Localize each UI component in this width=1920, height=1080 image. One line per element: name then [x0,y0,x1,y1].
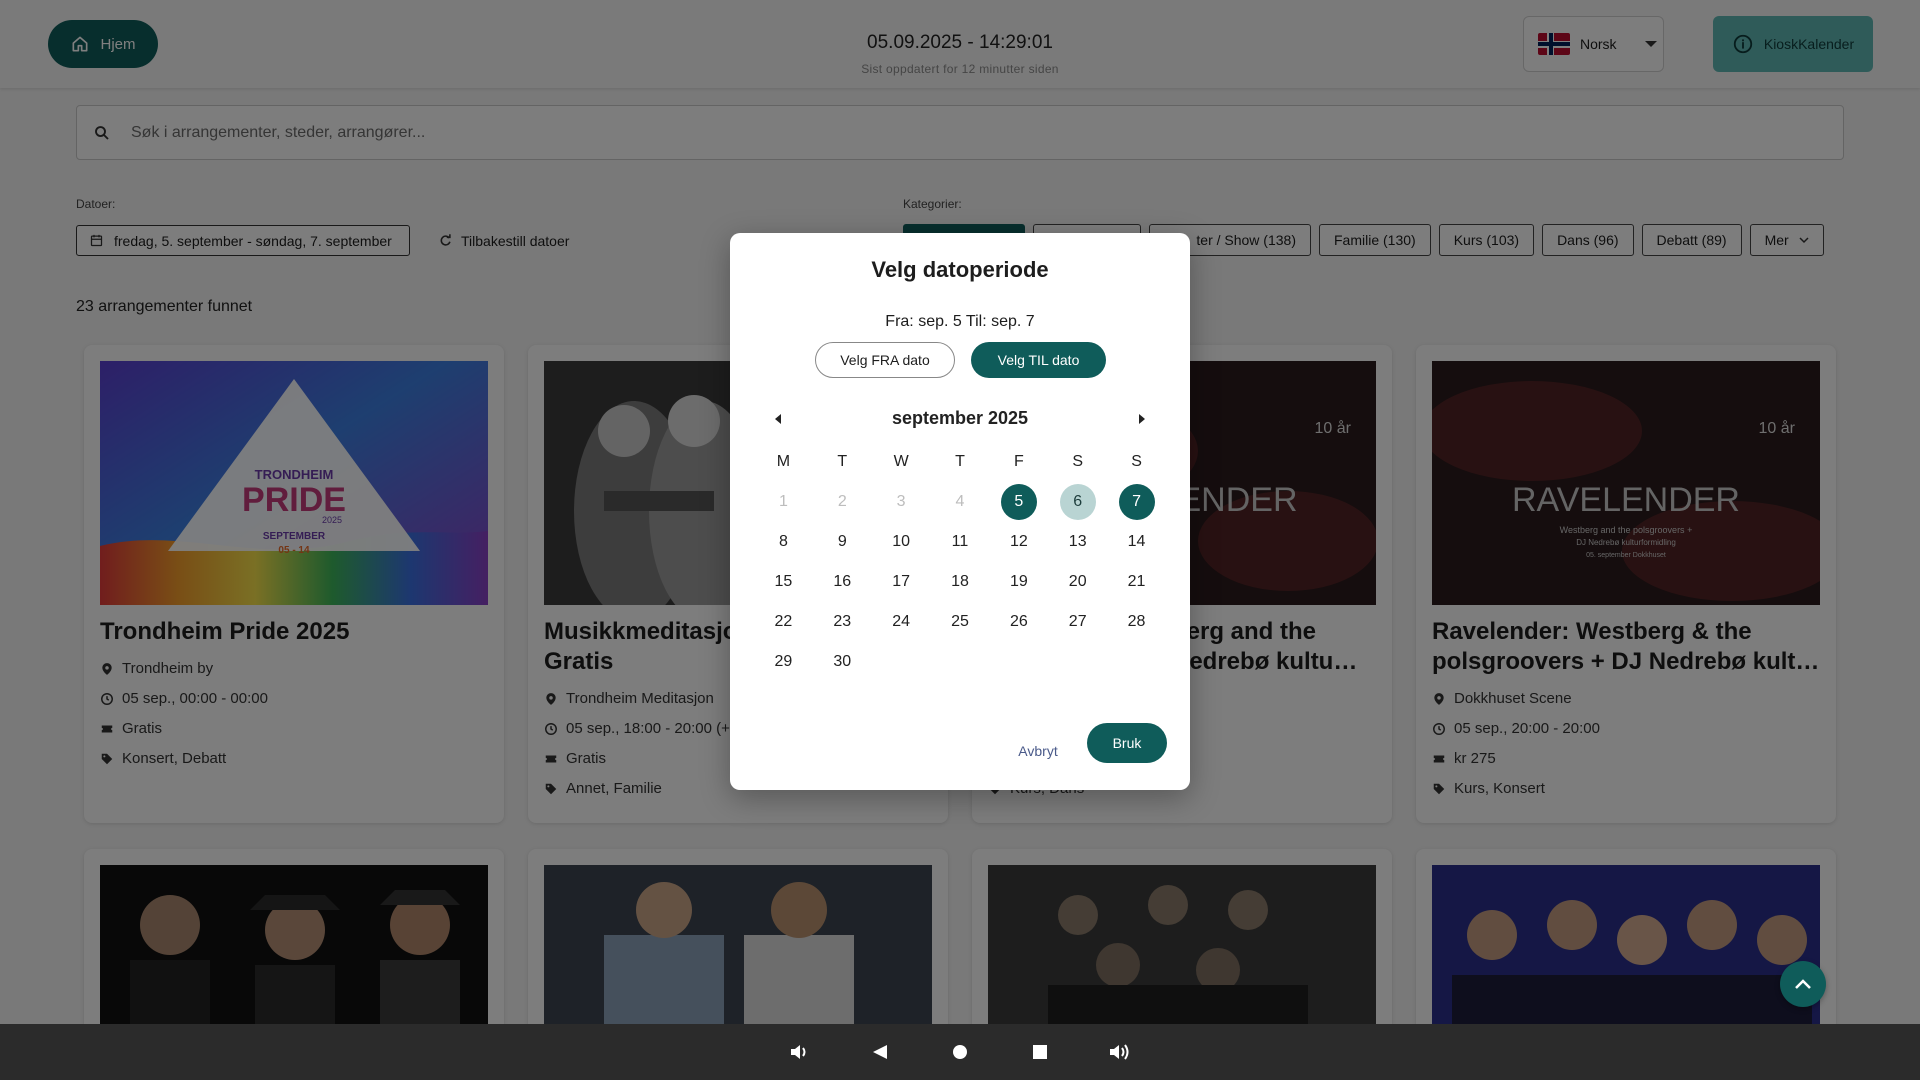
volume-up-icon [1110,1044,1129,1060]
calendar-day-number: 12 [1009,533,1028,550]
caret-right-icon [1139,414,1145,424]
calendar-day-number: 1 [778,493,788,510]
calendar-day-number: 15 [774,573,793,590]
calendar-day[interactable]: 30 [813,642,872,682]
calendar-day[interactable]: 27 [1048,602,1107,642]
calendar-day-number: 16 [833,573,852,590]
calendar-day[interactable]: 21 [1107,562,1166,602]
calendar-day: 2 [813,482,872,522]
volume-up-button[interactable] [1106,1038,1134,1066]
calendar-day-number: 26 [1009,613,1028,630]
calendar-day: 4 [931,482,990,522]
weekday-label: S [1072,453,1084,470]
calendar-day[interactable]: 6 [1048,482,1107,522]
weekday-label: F [1013,453,1024,470]
calendar-day-number: 5 [1000,484,1037,520]
dialog-title: Velg datoperiode [871,257,1049,282]
calendar-day-number: 4 [955,493,965,510]
cancel-button[interactable]: Avbryt [1008,733,1068,769]
calendar-day-number: 19 [1009,573,1028,590]
volume-down-button[interactable] [786,1038,814,1066]
back-triangle-icon [873,1045,887,1059]
calendar-day-number: 27 [1068,613,1087,630]
calendar-day-number: 17 [892,573,911,590]
calendar-day-number: 30 [833,653,852,670]
calendar-day[interactable]: 5 [989,482,1048,522]
calendar-day[interactable]: 28 [1107,602,1166,642]
scroll-to-top-button[interactable] [1780,961,1826,1007]
calendar-day[interactable]: 8 [754,522,813,562]
calendar-day-number: 20 [1068,573,1087,590]
calendar-day[interactable]: 22 [754,602,813,642]
calendar-day-number: 14 [1127,533,1146,550]
calendar-day[interactable]: 13 [1048,522,1107,562]
selected-range: Fra: sep. 5 Til: sep. 7 [885,313,1035,330]
select-to-date-button[interactable]: Velg TIL dato [971,342,1106,378]
calendar-day[interactable]: 20 [1048,562,1107,602]
calendar-day[interactable]: 25 [931,602,990,642]
calendar-day-number: 22 [774,613,793,630]
month-label: september 2025 [891,408,1029,428]
calendar-day-number: 28 [1127,613,1146,630]
weekday-label: T [837,453,848,470]
calendar-day-number: 3 [896,493,906,510]
select-from-date-button[interactable]: Velg FRA dato [815,342,955,378]
calendar-day-number: 9 [837,533,847,550]
calendar-day[interactable]: 24 [872,602,931,642]
back-button[interactable] [866,1038,894,1066]
volume-down-icon [791,1045,806,1059]
weekday-label: W [893,453,909,470]
calendar-day-number: 2 [837,493,847,510]
calendar-day[interactable]: 16 [813,562,872,602]
recents-square-icon [1033,1045,1047,1059]
calendar-day[interactable]: 26 [989,602,1048,642]
calendar-grid: 1 2 3 4 5 6 7 8 9 10 11 12 13 14 15 16 17 18 19 20 21 22 23 24 2… [754,482,1166,682]
calendar-day[interactable]: 19 [989,562,1048,602]
home-circle-icon [953,1045,967,1059]
calendar-day[interactable]: 9 [813,522,872,562]
weekday-label: M [776,453,791,470]
weekday-label: T [955,453,965,470]
chevron-up-icon [1795,979,1811,989]
calendar-day[interactable]: 23 [813,602,872,642]
calendar-day-number: 25 [951,613,969,630]
calendar-day-number: 21 [1127,573,1146,590]
calendar-day-number: 23 [833,613,852,630]
calendar-day[interactable]: 12 [989,522,1048,562]
calendar-day-number: 24 [892,613,911,630]
weekday-label: S [1131,453,1142,470]
next-month-button[interactable] [1132,409,1152,429]
calendar-day: 3 [872,482,931,522]
calendar-day[interactable]: 7 [1107,482,1166,522]
calendar-day[interactable]: 14 [1107,522,1166,562]
calendar-day-number: 29 [774,653,793,670]
calendar-day[interactable]: 29 [754,642,813,682]
calendar-day[interactable]: 11 [931,522,990,562]
calendar-day-number: 6 [1059,484,1096,520]
system-navigation-bar [0,1024,1920,1080]
calendar-day[interactable]: 15 [754,562,813,602]
calendar-day[interactable]: 10 [872,522,931,562]
date-range-dialog: Velg datoperiode Fra: sep. 5 Til: sep. 7… [730,233,1190,790]
weekday-header: MTWTFSS [754,453,1166,471]
calendar-day-number: 7 [1118,484,1155,520]
home-system-button[interactable] [946,1038,974,1066]
calendar-day-number: 10 [892,533,911,550]
apply-button[interactable]: Bruk [1087,723,1167,763]
calendar-day-number: 8 [778,533,788,550]
calendar-day-number: 11 [951,533,969,550]
calendar-day[interactable]: 17 [872,562,931,602]
calendar-day-number: 13 [1068,533,1087,550]
calendar-day-number: 18 [951,573,969,590]
recents-button[interactable] [1026,1038,1054,1066]
calendar-day: 1 [754,482,813,522]
calendar-day[interactable]: 18 [931,562,990,602]
